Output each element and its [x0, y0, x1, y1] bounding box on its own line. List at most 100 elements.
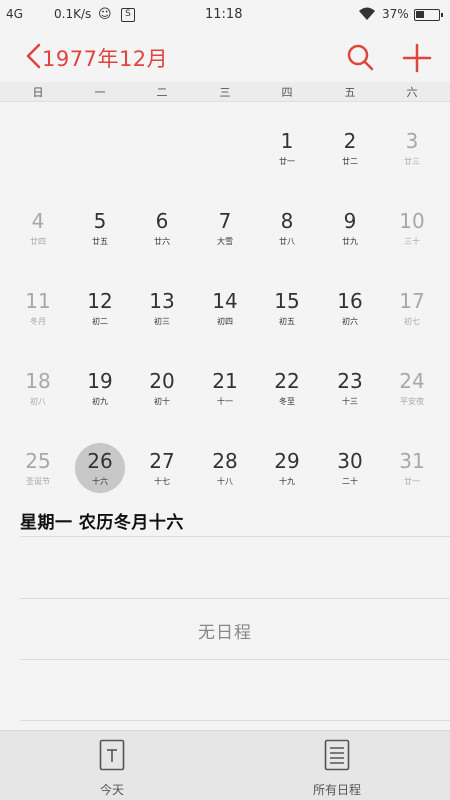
- day-number: 27: [149, 449, 175, 473]
- lunar-date: 廿五: [92, 237, 108, 246]
- weibo-icon: ☺: [98, 7, 112, 22]
- day-number: 6: [155, 209, 169, 233]
- lunar-date: 初十: [154, 397, 170, 406]
- weekday-label: 一: [94, 86, 106, 99]
- day-number: 8: [280, 209, 294, 233]
- day-cell[interactable]: 29 十九: [256, 441, 318, 503]
- day-cell[interactable]: 17 初七: [381, 281, 443, 343]
- lunar-date: 廿八: [279, 237, 295, 246]
- lunar-date: 十一: [217, 397, 233, 406]
- day-cell[interactable]: 8 廿八: [256, 201, 318, 263]
- day-number: 15: [274, 289, 300, 313]
- lunar-date: 冬月: [30, 317, 46, 326]
- day-number: 30: [337, 449, 363, 473]
- day-number: 9: [343, 209, 357, 233]
- day-cell[interactable]: 28 十八: [194, 441, 256, 503]
- divider: [20, 720, 450, 721]
- header: 1977年12月: [0, 30, 450, 82]
- day-cell[interactable]: 4 廿四: [7, 201, 69, 263]
- day-cell[interactable]: 6 廿六: [131, 201, 193, 263]
- day-cell[interactable]: 24 平安夜: [381, 361, 443, 423]
- day-cell[interactable]: 30 二十: [319, 441, 381, 503]
- search-icon[interactable]: [346, 43, 376, 73]
- day-cell[interactable]: 27 十七: [131, 441, 193, 503]
- lunar-date: 大雪: [217, 237, 233, 246]
- weekday-label: 二: [156, 86, 168, 99]
- day-cell[interactable]: 12 初二: [69, 281, 131, 343]
- divider: [20, 536, 450, 537]
- day-cell[interactable]: 18 初八: [7, 361, 69, 423]
- lunar-date: 三十: [404, 237, 420, 246]
- day-cell[interactable]: 10 三十: [381, 201, 443, 263]
- day-number: 31: [399, 449, 425, 473]
- day-cell[interactable]: 13 初三: [131, 281, 193, 343]
- day-cell[interactable]: 9 廿九: [319, 201, 381, 263]
- day-number: 26: [87, 449, 113, 473]
- day-number: 21: [212, 369, 238, 393]
- today-tab[interactable]: 今天: [67, 739, 157, 798]
- lunar-date: 初五: [279, 317, 295, 326]
- day-cell[interactable]: 16 初六: [319, 281, 381, 343]
- lunar-date: 廿九: [342, 237, 358, 246]
- lunar-date: 初八: [30, 397, 46, 406]
- day-number: 17: [399, 289, 425, 313]
- lunar-date: 初九: [92, 397, 108, 406]
- day-number: 16: [337, 289, 363, 313]
- weekday-label: 三: [219, 86, 231, 99]
- battery-icon: [414, 9, 443, 21]
- wifi-icon: [358, 7, 376, 24]
- empty-schedule-text: 无日程: [198, 623, 252, 643]
- day-cell[interactable]: 21 十一: [194, 361, 256, 423]
- day-cell[interactable]: 19 初九: [69, 361, 131, 423]
- lunar-date: 廿一: [404, 477, 420, 486]
- day-cell[interactable]: 3 廿三: [381, 121, 443, 183]
- day-number: 11: [25, 289, 51, 313]
- day-cell[interactable]: 20 初十: [131, 361, 193, 423]
- day-cell[interactable]: 23 十三: [319, 361, 381, 423]
- lunar-date: 十六: [92, 477, 108, 486]
- lunar-date: 廿一: [279, 157, 295, 166]
- s-app-icon: S: [121, 8, 135, 22]
- day-number: 13: [149, 289, 175, 313]
- day-cell[interactable]: 31 廿一: [381, 441, 443, 503]
- day-number: 5: [93, 209, 107, 233]
- divider: [20, 598, 450, 599]
- day-number: 10: [399, 209, 425, 233]
- day-number: 1: [280, 129, 294, 153]
- network-speed: 0.1K/s: [54, 7, 92, 21]
- day-cell[interactable]: 26 十六: [69, 441, 131, 503]
- day-cell[interactable]: 2 廿二: [319, 121, 381, 183]
- day-number: 18: [25, 369, 51, 393]
- lunar-date: 十三: [342, 397, 358, 406]
- month-title[interactable]: 1977年12月: [42, 43, 168, 73]
- day-number: 12: [87, 289, 113, 313]
- day-cell[interactable]: 15 初五: [256, 281, 318, 343]
- day-number: 22: [274, 369, 300, 393]
- bottom-tab-bar: 今天 所有日程: [0, 730, 450, 800]
- lunar-date: 圣诞节: [26, 477, 50, 486]
- lunar-date: 廿三: [404, 157, 420, 166]
- day-cell[interactable]: 7 大雪: [194, 201, 256, 263]
- day-cell[interactable]: 1 廿一: [256, 121, 318, 183]
- lunar-date: 廿四: [30, 237, 46, 246]
- day-cell[interactable]: 5 廿五: [69, 201, 131, 263]
- network-indicator: 4G: [6, 7, 23, 21]
- day-number: 19: [87, 369, 113, 393]
- lunar-date: 十八: [217, 477, 233, 486]
- day-number: 23: [337, 369, 363, 393]
- lunar-date: 廿六: [154, 237, 170, 246]
- all-schedules-tab[interactable]: 所有日程: [292, 739, 382, 798]
- back-chevron-icon[interactable]: [24, 43, 44, 69]
- day-cell[interactable]: 11 冬月: [7, 281, 69, 343]
- day-number: 2: [343, 129, 357, 153]
- day-number: 3: [405, 129, 419, 153]
- day-cell[interactable]: 14 初四: [194, 281, 256, 343]
- add-icon[interactable]: [402, 43, 432, 73]
- weekday-label: 四: [281, 86, 293, 99]
- lunar-date: 平安夜: [400, 397, 424, 406]
- battery-percent: 37%: [382, 7, 409, 21]
- day-cell[interactable]: 22 冬至: [256, 361, 318, 423]
- day-cell[interactable]: 25 圣诞节: [7, 441, 69, 503]
- lunar-date: 初六: [342, 317, 358, 326]
- day-number: 7: [218, 209, 232, 233]
